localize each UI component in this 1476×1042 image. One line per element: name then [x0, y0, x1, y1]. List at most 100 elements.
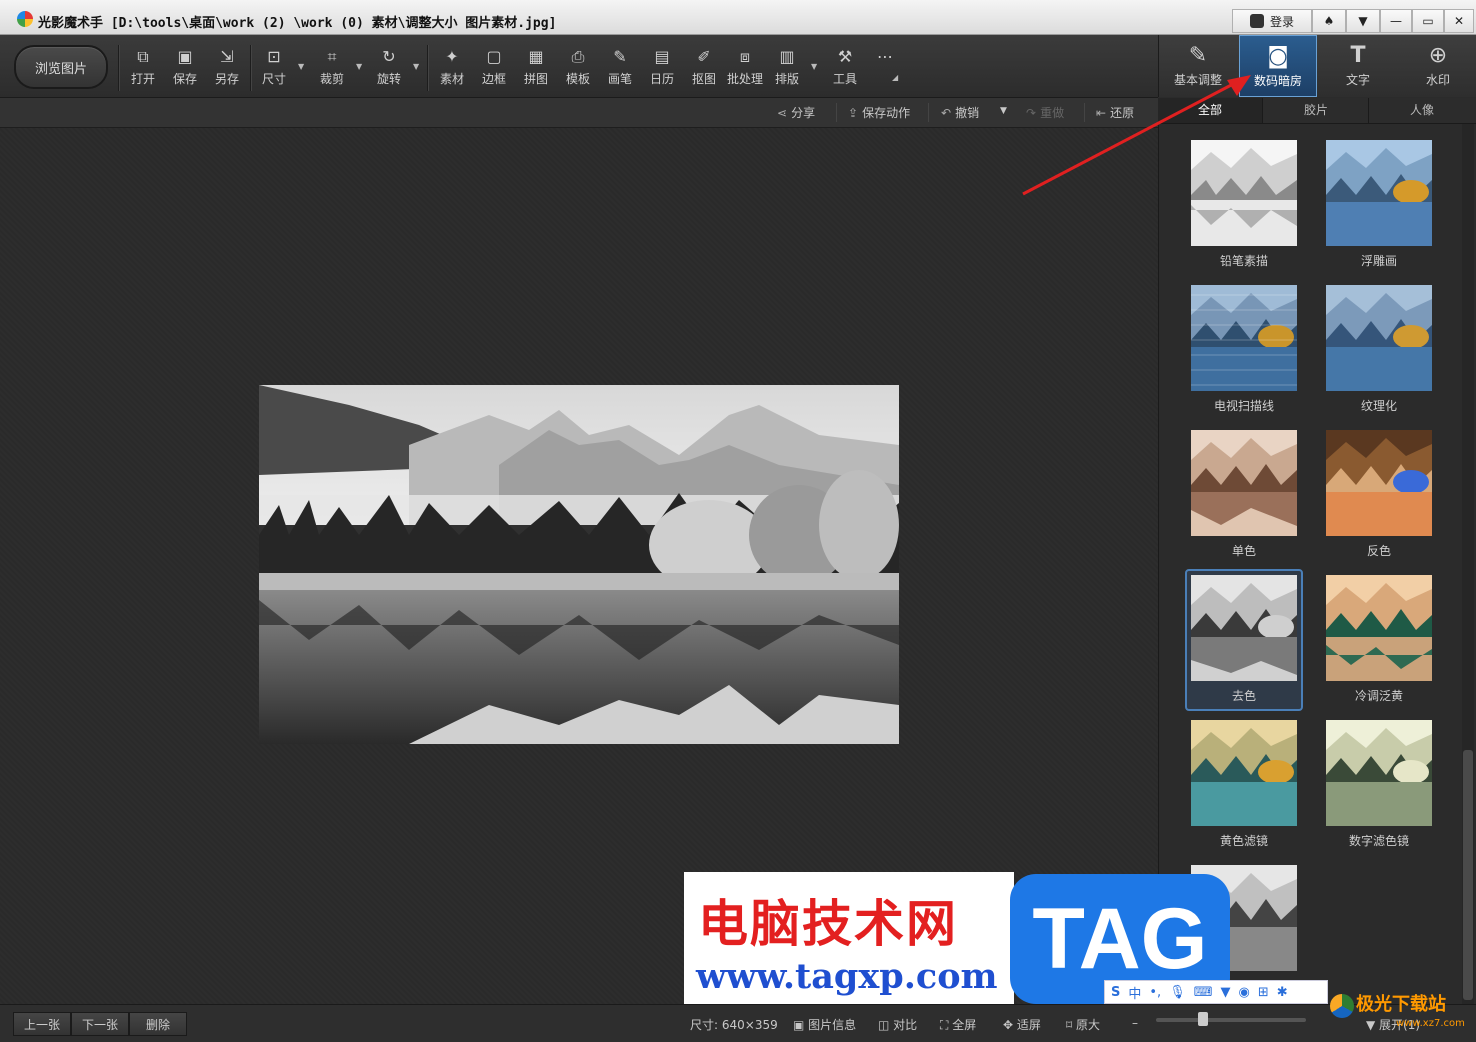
resize-button[interactable]: ⊡ 尺寸 [254, 47, 294, 91]
effect-tv-scanline[interactable]: 电视扫描线 [1185, 279, 1303, 421]
batch-button[interactable]: ⧈ 批处理 [725, 47, 765, 91]
skin-button[interactable]: ♠ [1312, 9, 1346, 33]
calendar-button[interactable]: ▤ 日历 [642, 47, 682, 91]
maximize-button[interactable]: ▭ [1412, 9, 1444, 33]
info-icon: ▣ [793, 1018, 809, 1032]
annotation-arrow [1022, 75, 1251, 196]
save-as-icon: ⇲ [220, 47, 234, 66]
calendar-label: 日历 [649, 72, 674, 86]
delete-button[interactable]: 删除 [129, 1012, 187, 1036]
effect-yellow-filter[interactable]: 黄色滤镜 [1185, 714, 1303, 856]
menu-button[interactable]: ▼ [1346, 9, 1380, 33]
login-button[interactable]: 登录 [1232, 9, 1312, 33]
image-size: 尺寸: 640×359 [690, 1018, 778, 1032]
save-button[interactable]: ▣ 保存 [165, 47, 205, 91]
batch-label: 批处理 [726, 72, 763, 86]
effect-thumbnail [1326, 720, 1432, 826]
brush-button[interactable]: ✎ 画笔 [600, 47, 640, 91]
collage-icon: ▦ [528, 47, 544, 66]
ime-toolbar[interactable]: S 中 •, 🎙 ⌨ ▼ ◉ ⊞ ✱ [1104, 980, 1328, 1004]
save-action-button[interactable]: ⇪ 保存动作 [848, 104, 910, 121]
effect-thumbnail [1326, 285, 1432, 391]
cutout-button[interactable]: ✐ 抠图 [684, 47, 724, 91]
rotate-button[interactable]: ↻ 旋转 [369, 47, 409, 91]
material-button[interactable]: ✦ 素材 [432, 47, 472, 91]
crop-label: 裁剪 [319, 72, 344, 86]
resize-label: 尺寸 [261, 72, 286, 86]
app-logo-icon [17, 11, 33, 27]
effect-monochrome[interactable]: 单色 [1185, 424, 1303, 566]
microphone-icon: 🎙 [1169, 984, 1186, 1000]
wrench-icon: ⚒ [837, 47, 853, 66]
category-film[interactable]: 胶片 [1264, 98, 1369, 123]
effect-texture[interactable]: 纹理化 [1320, 279, 1438, 421]
corner-watermark-url: www.xz7.com [1396, 1018, 1465, 1029]
watermark-background: 电脑技术网 www.tagxp.com [684, 872, 1014, 1004]
resize-dropdown-icon[interactable]: ▼ [298, 62, 304, 71]
batch-icon: ⧈ [739, 47, 751, 66]
basic-adjust-icon: ✎ [1188, 43, 1208, 68]
effect-invert[interactable]: 反色 [1320, 424, 1438, 566]
divider [836, 103, 837, 122]
tools-button[interactable]: ⚒ 工具 [825, 47, 865, 91]
effect-thumbnail [1191, 575, 1297, 681]
action-bar: ⋖ 分享 ⇪ 保存动作 ↶ 撤销 ▼ ↷ 重做 ⇤ 还原 [0, 98, 1158, 128]
compare-button[interactable]: ◫ 对比 [878, 1016, 917, 1033]
effect-thumbnail [1326, 430, 1432, 536]
tab-text[interactable]: T 文字 [1319, 35, 1397, 97]
zoom-out-icon[interactable]: – [1132, 1016, 1138, 1030]
crop-button[interactable]: ⌗ 裁剪 [312, 47, 352, 91]
save-label: 保存 [172, 72, 197, 86]
fit-label: 适屏 [1016, 1018, 1041, 1032]
more-button[interactable]: ⋯ [865, 47, 905, 91]
layout-button[interactable]: ▥ 排版 [767, 47, 807, 91]
zoom-slider[interactable] [1156, 1018, 1306, 1022]
open-button[interactable]: ⧉ 打开 [123, 47, 163, 91]
effects-scrollbar-thumb[interactable] [1463, 750, 1473, 1000]
tab-text-label: 文字 [1345, 73, 1370, 87]
category-portrait[interactable]: 人像 [1370, 98, 1474, 123]
undo-button[interactable]: ↶ 撤销 [941, 104, 979, 121]
close-button[interactable]: ✕ [1444, 9, 1474, 33]
effect-thumbnail [1191, 285, 1297, 391]
zoom-slider-handle[interactable] [1198, 1012, 1208, 1026]
template-button[interactable]: ⎙ 模板 [558, 47, 598, 91]
tools-label: 工具 [832, 72, 857, 86]
browse-images-button[interactable]: 浏览图片 [14, 45, 108, 89]
collage-button[interactable]: ▦ 拼图 [516, 47, 556, 91]
original-size-button[interactable]: ⌑ 原大 [1066, 1016, 1100, 1033]
layout-label: 排版 [774, 72, 799, 86]
minimize-button[interactable]: — [1380, 9, 1412, 33]
layout-dropdown-icon[interactable]: ▼ [811, 62, 817, 71]
effect-emboss[interactable]: 浮雕画 [1320, 134, 1438, 276]
crop-dropdown-icon[interactable]: ▼ [356, 62, 362, 71]
undo-label: 撤销 [955, 106, 980, 120]
original-label: 原大 [1075, 1018, 1100, 1032]
rotate-dropdown-icon[interactable]: ▼ [413, 62, 419, 71]
share-button[interactable]: ⋖ 分享 [777, 104, 815, 121]
border-button[interactable]: ▢ 边框 [474, 47, 514, 91]
toolbar-divider [250, 45, 252, 91]
fit-screen-button[interactable]: ✥ 适屏 [1003, 1016, 1041, 1033]
effect-label: 去色 [1231, 689, 1256, 703]
open-icon: ⧉ [137, 47, 149, 66]
title-bar: 光影魔术手 [D:\tools\桌面\work (2) \work (0) 素材… [0, 0, 1476, 35]
undo-dropdown-icon[interactable]: ▼ [1000, 106, 1007, 116]
window-title: 光影魔术手 [D:\tools\桌面\work (2) \work (0) 素材… [38, 16, 557, 31]
effect-cool-yellow[interactable]: 冷调泛黄 [1320, 569, 1438, 711]
image-info-button[interactable]: ▣ 图片信息 [793, 1016, 856, 1033]
tab-watermark-label: 水印 [1425, 73, 1450, 87]
save-as-button[interactable]: ⇲ 另存 [207, 47, 247, 91]
effect-digital-filter[interactable]: 数字滤色镜 [1320, 714, 1438, 856]
template-label: 模板 [565, 72, 590, 86]
previous-button[interactable]: 上一张 [13, 1012, 71, 1036]
login-label: 登录 [1269, 14, 1294, 29]
effect-desaturate[interactable]: 去色 [1185, 569, 1303, 711]
next-button[interactable]: 下一张 [71, 1012, 129, 1036]
watermark-site-name: 电脑技术网 [698, 894, 958, 953]
expand-toolbar-icon[interactable]: ◢ [892, 73, 898, 82]
settings-icon: ✱ [1276, 984, 1288, 1000]
effect-label: 冷调泛黄 [1354, 689, 1403, 703]
tab-watermark[interactable]: ⊕ 水印 [1399, 35, 1476, 97]
fullscreen-button[interactable]: ⛶ 全屏 [940, 1016, 976, 1033]
